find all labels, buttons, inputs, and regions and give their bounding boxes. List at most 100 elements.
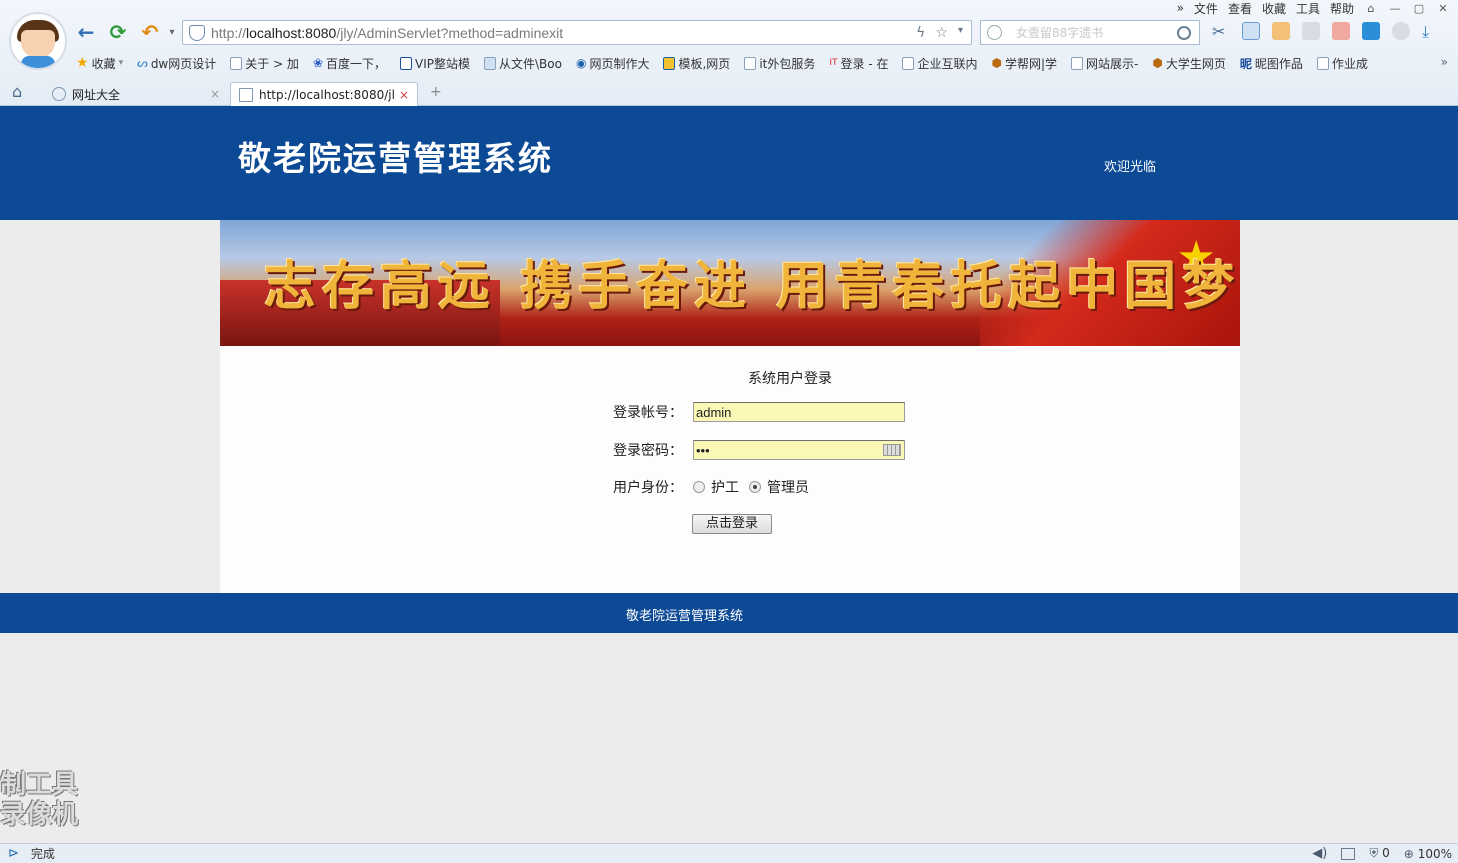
password-input[interactable]: ••• <box>693 440 905 460</box>
tab-close-icon[interactable]: × <box>399 88 409 102</box>
bookmark-item[interactable]: ❀ 百度一下， <box>313 55 386 72</box>
cube-icon: ⬢ <box>991 56 1002 70</box>
page-icon <box>902 56 915 70</box>
security-shield-icon <box>189 24 205 41</box>
toolbox-icon[interactable] <box>1341 847 1356 860</box>
login-title: 系统用户登录 <box>748 371 832 387</box>
role-radio-nurse[interactable] <box>693 481 705 493</box>
bookmark-item[interactable]: ⬢ 大学生网页 <box>1152 55 1226 72</box>
bookmark-item[interactable]: ᔕ dw网页设计 <box>137 55 216 72</box>
undo-icon[interactable]: ↶ <box>138 20 162 44</box>
extension-icon[interactable] <box>1302 22 1320 40</box>
bookmark-item[interactable]: 网站展示- <box>1071 55 1138 72</box>
globe-icon <box>52 87 66 101</box>
keyboard-icon[interactable] <box>883 444 901 456</box>
chevron-more-icon[interactable]: » <box>1177 1 1184 15</box>
zoom-control[interactable]: ⊕ 100% <box>1404 847 1452 861</box>
bookmark-item[interactable]: it外包服务 <box>744 55 815 72</box>
role-label-admin[interactable]: 管理员 <box>767 477 809 497</box>
close-window-icon[interactable]: ✕ <box>1436 2 1450 15</box>
search-icon[interactable] <box>1177 25 1191 40</box>
maximize-icon[interactable]: ▢ <box>1412 2 1426 15</box>
skin-icon[interactable]: ⌂ <box>1364 2 1378 15</box>
account-input[interactable]: admin <box>693 402 905 422</box>
shield-icon: ⛨ <box>1369 846 1379 860</box>
globe-icon: ◉ <box>575 56 587 70</box>
account-row: 登录帐号： admin <box>613 402 905 422</box>
login-button[interactable]: 点击登录 <box>692 514 772 534</box>
folder-icon <box>484 56 497 70</box>
tab-url-directory[interactable]: 网址大全 × <box>44 82 228 106</box>
banner-slogan: 志存高远 携手奋进 用青春托起中国梦 <box>264 256 1240 317</box>
recorder-watermark: 制工具 录像机 <box>0 770 79 830</box>
zoom-icon: ⊕ <box>1403 846 1414 861</box>
speaker-icon[interactable]: ◀) <box>1312 846 1327 861</box>
status-bar: ⊳ 完成 ◀) ⛨ 0 ⊕ 100% <box>0 843 1458 863</box>
bookmark-item[interactable]: 从文件\Boo <box>484 55 562 72</box>
menu-file[interactable]: 文件 <box>1194 0 1218 17</box>
browser-menubar: » 文件 查看 收藏 工具 帮助 ⌂ — ▢ ✕ <box>1177 0 1450 16</box>
star-icon[interactable]: ☆ <box>935 25 948 41</box>
page-icon <box>1071 56 1084 70</box>
play-icon[interactable]: ⊳ <box>8 846 19 861</box>
nipic-icon: 昵 <box>1239 56 1252 71</box>
bookmark-item[interactable]: 模板,网页 <box>663 55 730 72</box>
download-icon[interactable]: ⤓ <box>1422 22 1440 41</box>
back-arrow-icon[interactable]: ← <box>74 20 98 44</box>
bookmarks-more-icon[interactable]: » <box>1441 55 1448 69</box>
address-url[interactable]: http://localhost:8080/jly/AdminServlet?m… <box>211 25 916 41</box>
window-icon[interactable] <box>1242 22 1260 40</box>
bookmark-item[interactable]: ◉ 网页制作大 <box>576 55 650 72</box>
bookmark-item[interactable]: 关于 > 加 <box>230 55 299 72</box>
page-icon <box>400 56 413 70</box>
bookmark-favorites[interactable]: ★ 收藏 ▾ <box>76 55 123 72</box>
lightning-icon[interactable]: ϟ <box>916 25 925 41</box>
new-tab-icon[interactable]: + <box>430 84 442 100</box>
role-label-nurse[interactable]: 护工 <box>711 477 739 497</box>
account-label: 登录帐号： <box>613 405 683 421</box>
site-header: 敬老院运营管理系统 欢迎光临 <box>0 106 1458 220</box>
search-engine-icon[interactable] <box>987 25 1002 40</box>
role-radio-admin[interactable] <box>749 481 761 493</box>
status-text: 完成 <box>30 847 55 861</box>
toolbar-icons: ✂ ⤓ <box>1212 22 1440 41</box>
tab-close-icon[interactable]: × <box>210 87 220 101</box>
template-icon <box>663 56 676 70</box>
undo-dropdown-icon[interactable]: ▾ <box>160 20 184 44</box>
star-icon: ★ <box>76 55 89 71</box>
home-icon[interactable]: ⌂ <box>12 84 30 100</box>
page-icon <box>744 56 757 70</box>
bookmark-item[interactable]: ⬢ 学帮网|学 <box>992 55 1058 72</box>
bookmark-item[interactable]: 作业成 <box>1316 55 1368 72</box>
scissors-icon[interactable]: ✂ <box>1212 22 1230 41</box>
menu-view[interactable]: 查看 <box>1228 0 1252 17</box>
refresh-icon[interactable]: ⟳ <box>106 20 130 44</box>
shield-status[interactable]: ⛨ 0 <box>1369 846 1389 861</box>
chat-icon[interactable] <box>1392 22 1410 40</box>
minimize-icon[interactable]: — <box>1388 2 1402 15</box>
page-icon <box>230 56 243 70</box>
site-footer: 敬老院运营管理系统 <box>0 593 1458 633</box>
puzzle-icon[interactable] <box>1272 22 1290 40</box>
user-avatar[interactable] <box>9 12 67 70</box>
bookmark-item[interactable]: IT 登录 - 在 <box>829 55 888 72</box>
bookmarks-bar: ★ 收藏 ▾ ᔕ dw网页设计 关于 > 加 ❀ 百度一下， VIP整站模 从文件\Bo… <box>76 54 1368 72</box>
tab-localhost[interactable]: http://localhost:8080/jl × <box>230 82 418 106</box>
search-placeholder: 女壹留88字遗书 <box>1016 26 1104 40</box>
address-bar[interactable]: http://localhost:8080/jly/AdminServlet?m… <box>182 20 972 45</box>
menu-favorites[interactable]: 收藏 <box>1262 0 1286 17</box>
address-dropdown-icon[interactable]: ▾ <box>958 25 963 41</box>
menu-tools[interactable]: 工具 <box>1296 0 1320 17</box>
magnifier-app-icon[interactable] <box>1362 22 1380 40</box>
bookmark-item[interactable]: 昵昵图作品 <box>1240 55 1303 72</box>
role-label: 用户身份： <box>613 480 683 496</box>
ad-block-icon[interactable] <box>1332 22 1350 40</box>
password-row: 登录密码： ••• <box>613 440 905 460</box>
bookmark-item[interactable]: VIP整站模 <box>400 55 470 72</box>
search-box[interactable]: 女壹留88字遗书 <box>980 20 1200 45</box>
menu-help[interactable]: 帮助 <box>1330 0 1354 17</box>
welcome-text: 欢迎光临 <box>1104 160 1157 175</box>
login-panel: 系统用户登录 登录帐号： admin 登录密码： ••• 用户身份： 护工 管理… <box>220 346 1240 593</box>
site-title: 敬老院运营管理系统 <box>238 139 553 178</box>
bookmark-item[interactable]: 企业互联内 <box>902 55 978 72</box>
